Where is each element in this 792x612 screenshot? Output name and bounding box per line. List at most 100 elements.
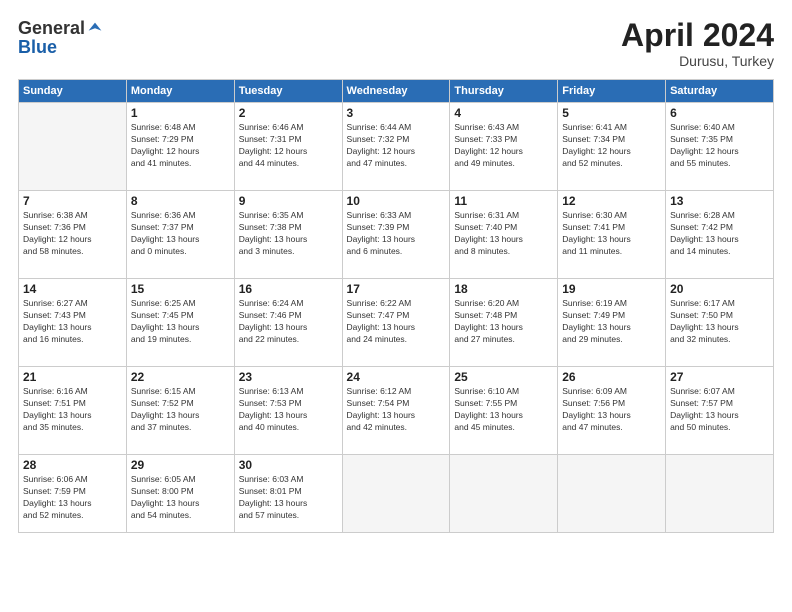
day-number: 1 bbox=[131, 106, 230, 120]
table-row: 7 Sunrise: 6:38 AMSunset: 7:36 PMDaylight… bbox=[19, 191, 127, 279]
table-row bbox=[19, 103, 127, 191]
day-number: 2 bbox=[239, 106, 338, 120]
table-row: 22Sunrise: 6:15 AMSunset: 7:52 PMDayligh… bbox=[126, 367, 234, 455]
table-row: 8Sunrise: 6:36 AMSunset: 7:37 PMDaylight… bbox=[126, 191, 234, 279]
day-info: Sunrise: 6:06 AMSunset: 7:59 PMDaylight:… bbox=[23, 474, 122, 522]
table-row: 14 Sunrise: 6:27 AMSunset: 7:43 PMDayligh… bbox=[19, 279, 127, 367]
logo-general: General bbox=[18, 18, 85, 39]
table-row: 21 Sunrise: 6:16 AMSunset: 7:51 PMDayligh… bbox=[19, 367, 127, 455]
table-row: 15Sunrise: 6:25 AMSunset: 7:45 PMDayligh… bbox=[126, 279, 234, 367]
table-row: 12 Sunrise: 6:30 AMSunset: 7:41 PMDayligh… bbox=[558, 191, 666, 279]
table-row: 11 Sunrise: 6:31 AMSunset: 7:40 PMDayligh… bbox=[450, 191, 558, 279]
day-info: Sunrise: 6:13 AMSunset: 7:53 PMDaylight:… bbox=[239, 386, 338, 434]
table-row: 13 Sunrise: 6:28 AMSunset: 7:42 PMDayligh… bbox=[666, 191, 774, 279]
day-info: Sunrise: 6:44 AMSunset: 7:32 PMDaylight:… bbox=[347, 122, 446, 170]
calendar-header-row: Sunday Monday Tuesday Wednesday Thursday… bbox=[19, 80, 774, 103]
day-number: 14 bbox=[23, 282, 122, 296]
logo-text: General bbox=[18, 18, 103, 39]
header: General Blue April 2024 Durusu, Turkey bbox=[18, 18, 774, 69]
day-info: Sunrise: 6:12 AMSunset: 7:54 PMDaylight:… bbox=[347, 386, 446, 434]
day-number: 13 bbox=[670, 194, 769, 208]
table-row bbox=[450, 455, 558, 533]
day-info: Sunrise: 6:17 AMSunset: 7:50 PMDaylight:… bbox=[670, 298, 769, 346]
day-info: Sunrise: 6:07 AMSunset: 7:57 PMDaylight:… bbox=[670, 386, 769, 434]
table-row: 27 Sunrise: 6:07 AMSunset: 7:57 PMDayligh… bbox=[666, 367, 774, 455]
table-row bbox=[558, 455, 666, 533]
table-row: 25 Sunrise: 6:10 AMSunset: 7:55 PMDayligh… bbox=[450, 367, 558, 455]
day-number: 24 bbox=[347, 370, 446, 384]
col-tuesday: Tuesday bbox=[234, 80, 342, 103]
day-info: Sunrise: 6:05 AMSunset: 8:00 PMDaylight:… bbox=[131, 474, 230, 522]
table-row: 16Sunrise: 6:24 AMSunset: 7:46 PMDayligh… bbox=[234, 279, 342, 367]
day-info: Sunrise: 6:35 AMSunset: 7:38 PMDaylight:… bbox=[239, 210, 338, 258]
day-info: Sunrise: 6:19 AMSunset: 7:49 PMDaylight:… bbox=[562, 298, 661, 346]
day-info: Sunrise: 6:03 AMSunset: 8:01 PMDaylight:… bbox=[239, 474, 338, 522]
day-info: Sunrise: 6:30 AMSunset: 7:41 PMDaylight:… bbox=[562, 210, 661, 258]
table-row: 20 Sunrise: 6:17 AMSunset: 7:50 PMDayligh… bbox=[666, 279, 774, 367]
day-info: Sunrise: 6:27 AMSunset: 7:43 PMDaylight:… bbox=[23, 298, 122, 346]
day-info: Sunrise: 6:40 AMSunset: 7:35 PMDaylight:… bbox=[670, 122, 769, 170]
table-row: 26 Sunrise: 6:09 AMSunset: 7:56 PMDayligh… bbox=[558, 367, 666, 455]
day-number: 26 bbox=[562, 370, 661, 384]
table-row: 19 Sunrise: 6:19 AMSunset: 7:49 PMDayligh… bbox=[558, 279, 666, 367]
table-row: 23 Sunrise: 6:13 AMSunset: 7:53 PMDayligh… bbox=[234, 367, 342, 455]
table-row: 10 Sunrise: 6:33 AMSunset: 7:39 PMDayligh… bbox=[342, 191, 450, 279]
col-wednesday: Wednesday bbox=[342, 80, 450, 103]
day-number: 10 bbox=[347, 194, 446, 208]
day-number: 6 bbox=[670, 106, 769, 120]
day-number: 8 bbox=[131, 194, 230, 208]
calendar-week-row: 21 Sunrise: 6:16 AMSunset: 7:51 PMDayligh… bbox=[19, 367, 774, 455]
day-info: Sunrise: 6:28 AMSunset: 7:42 PMDaylight:… bbox=[670, 210, 769, 258]
day-info: Sunrise: 6:20 AMSunset: 7:48 PMDaylight:… bbox=[454, 298, 553, 346]
table-row: 1Sunrise: 6:48 AMSunset: 7:29 PMDaylight… bbox=[126, 103, 234, 191]
day-number: 23 bbox=[239, 370, 338, 384]
table-row: 18 Sunrise: 6:20 AMSunset: 7:48 PMDayligh… bbox=[450, 279, 558, 367]
day-number: 30 bbox=[239, 458, 338, 472]
day-info: Sunrise: 6:31 AMSunset: 7:40 PMDaylight:… bbox=[454, 210, 553, 258]
table-row: 5 Sunrise: 6:41 AMSunset: 7:34 PMDaylight… bbox=[558, 103, 666, 191]
col-sunday: Sunday bbox=[19, 80, 127, 103]
table-row: 29 Sunrise: 6:05 AMSunset: 8:00 PMDayligh… bbox=[126, 455, 234, 533]
day-number: 19 bbox=[562, 282, 661, 296]
day-number: 21 bbox=[23, 370, 122, 384]
day-number: 15 bbox=[131, 282, 230, 296]
table-row: 17 Sunrise: 6:22 AMSunset: 7:47 PMDayligh… bbox=[342, 279, 450, 367]
day-number: 18 bbox=[454, 282, 553, 296]
calendar-week-row: 7 Sunrise: 6:38 AMSunset: 7:36 PMDaylight… bbox=[19, 191, 774, 279]
logo: General Blue bbox=[18, 18, 103, 58]
col-friday: Friday bbox=[558, 80, 666, 103]
day-number: 5 bbox=[562, 106, 661, 120]
day-number: 17 bbox=[347, 282, 446, 296]
day-info: Sunrise: 6:41 AMSunset: 7:34 PMDaylight:… bbox=[562, 122, 661, 170]
logo-blue: Blue bbox=[18, 37, 57, 58]
table-row: 9Sunrise: 6:35 AMSunset: 7:38 PMDaylight… bbox=[234, 191, 342, 279]
day-number: 25 bbox=[454, 370, 553, 384]
col-monday: Monday bbox=[126, 80, 234, 103]
day-info: Sunrise: 6:22 AMSunset: 7:47 PMDaylight:… bbox=[347, 298, 446, 346]
day-number: 7 bbox=[23, 194, 122, 208]
day-info: Sunrise: 6:16 AMSunset: 7:51 PMDaylight:… bbox=[23, 386, 122, 434]
day-number: 3 bbox=[347, 106, 446, 120]
table-row: 28 Sunrise: 6:06 AMSunset: 7:59 PMDayligh… bbox=[19, 455, 127, 533]
day-info: Sunrise: 6:24 AMSunset: 7:46 PMDaylight:… bbox=[239, 298, 338, 346]
day-number: 29 bbox=[131, 458, 230, 472]
day-number: 11 bbox=[454, 194, 553, 208]
day-info: Sunrise: 6:46 AMSunset: 7:31 PMDaylight:… bbox=[239, 122, 338, 170]
day-info: Sunrise: 6:15 AMSunset: 7:52 PMDaylight:… bbox=[131, 386, 230, 434]
day-info: Sunrise: 6:10 AMSunset: 7:55 PMDaylight:… bbox=[454, 386, 553, 434]
day-info: Sunrise: 6:38 AMSunset: 7:36 PMDaylight:… bbox=[23, 210, 122, 258]
day-info: Sunrise: 6:09 AMSunset: 7:56 PMDaylight:… bbox=[562, 386, 661, 434]
table-row: 30 Sunrise: 6:03 AMSunset: 8:01 PMDayligh… bbox=[234, 455, 342, 533]
day-number: 28 bbox=[23, 458, 122, 472]
table-row bbox=[342, 455, 450, 533]
day-number: 12 bbox=[562, 194, 661, 208]
title-block: April 2024 Durusu, Turkey bbox=[621, 18, 774, 69]
day-number: 20 bbox=[670, 282, 769, 296]
day-info: Sunrise: 6:33 AMSunset: 7:39 PMDaylight:… bbox=[347, 210, 446, 258]
page: General Blue April 2024 Durusu, Turkey S… bbox=[0, 0, 792, 612]
day-number: 27 bbox=[670, 370, 769, 384]
col-thursday: Thursday bbox=[450, 80, 558, 103]
calendar-week-row: 14 Sunrise: 6:27 AMSunset: 7:43 PMDayligh… bbox=[19, 279, 774, 367]
title-location: Durusu, Turkey bbox=[621, 53, 774, 69]
logo-icon bbox=[87, 21, 103, 37]
